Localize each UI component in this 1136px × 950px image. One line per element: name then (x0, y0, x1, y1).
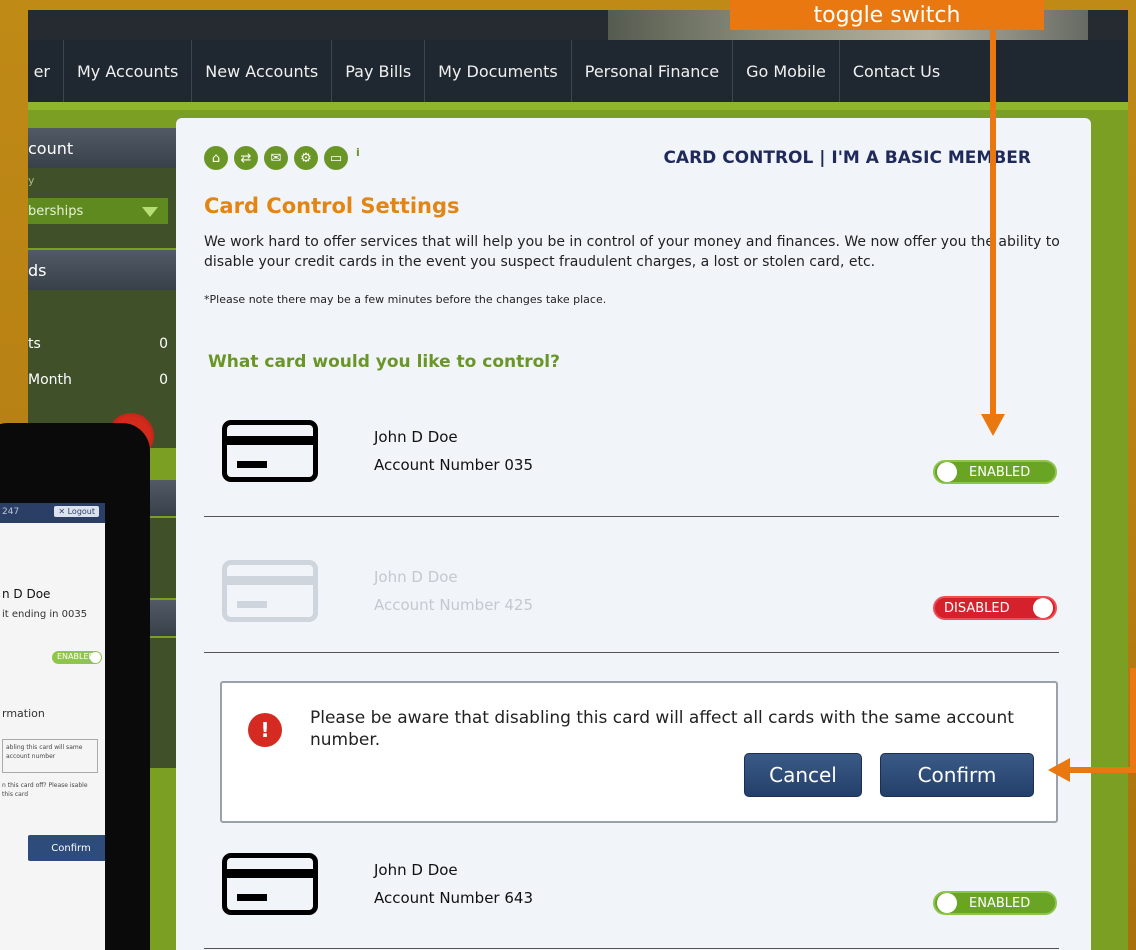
stat-value: 0 (159, 372, 168, 388)
caret-down-icon (142, 207, 158, 217)
phone-mockup: 247 ✕ Logout n D Doe it ending in 0035 E… (0, 423, 150, 950)
credit-card-icon (222, 420, 318, 482)
phone-logout-button[interactable]: ✕ Logout (54, 506, 99, 517)
card-row: John D Doe Account Number 425 DISABLED (204, 558, 1059, 648)
info-icon[interactable]: i (356, 146, 360, 170)
mail-icon[interactable]: ✉ (264, 146, 288, 170)
sidebar-head-cards: ds (28, 250, 178, 290)
phone-screen: 247 ✕ Logout n D Doe it ending in 0035 E… (0, 503, 105, 950)
card-question: What card would you like to control? (208, 352, 560, 372)
card-toggle-switch[interactable]: ENABLED (933, 460, 1057, 484)
nav-item-partial[interactable]: er (28, 40, 64, 102)
arrow-down-icon (981, 414, 1005, 436)
toggle-knob (937, 893, 957, 913)
stat-value: 0 (159, 336, 168, 352)
toggle-knob (90, 652, 101, 663)
card-toggle-switch[interactable]: DISABLED (933, 596, 1057, 620)
page-title: Card Control Settings (204, 194, 460, 218)
phone-card-name: n D Doe (2, 587, 51, 601)
nav-item-personal-finance[interactable]: Personal Finance (572, 40, 734, 102)
phone-toggle-switch[interactable]: ENABLED (52, 651, 102, 664)
card-holder-name: John D Doe (374, 861, 458, 879)
card-account-number: Account Number 643 (374, 889, 533, 907)
sidebar-panel-membership: y berships (28, 168, 178, 248)
nav-item-new-accounts[interactable]: New Accounts (192, 40, 333, 102)
nav-item-pay-bills[interactable]: Pay Bills (332, 40, 426, 102)
quick-icons: ⌂ ⇄ ✉ ⚙ ▭ i (204, 146, 360, 170)
membership-select-value: berships (28, 203, 84, 219)
membership-select[interactable]: berships (28, 198, 168, 224)
annotation-label: toggle switch (730, 0, 1044, 30)
phone-card-ending: it ending in 0035 (2, 609, 88, 620)
main-nav: er My Accounts New Accounts Pay Bills My… (28, 40, 1128, 102)
toggle-knob (937, 462, 957, 482)
note-text: *Please note there may be a few minutes … (204, 293, 607, 306)
card-toggle-switch[interactable]: ENABLED (933, 891, 1057, 915)
home-icon[interactable]: ⌂ (204, 146, 228, 170)
toggle-status: DISABLED (944, 601, 1010, 616)
toggle-knob (1033, 598, 1053, 618)
card-row: John D Doe Account Number 643 ENABLED (204, 851, 1059, 941)
sidebar-stat-row: Month 0 (28, 372, 168, 388)
card-account-number: Account Number 035 (374, 456, 533, 474)
nav-stripe (28, 102, 1128, 110)
row-divider (204, 948, 1059, 949)
credit-card-icon (222, 560, 318, 622)
disable-warning-dialog: ! Please be aware that disabling this ca… (220, 681, 1058, 823)
transfer-icon[interactable]: ⇄ (234, 146, 258, 170)
sidebar-head-account: count (28, 128, 178, 168)
annotation-arrow (990, 28, 996, 418)
settings-icon[interactable]: ⚙ (294, 146, 318, 170)
banking-site: er My Accounts New Accounts Pay Bills My… (28, 10, 1128, 950)
alert-icon: ! (248, 713, 282, 747)
card-icon[interactable]: ▭ (324, 146, 348, 170)
nav-item-go-mobile[interactable]: Go Mobile (733, 40, 840, 102)
screenshot-frame: er My Accounts New Accounts Pay Bills My… (0, 0, 1136, 950)
phone-info-heading: rmation (2, 707, 45, 720)
nav-item-my-accounts[interactable]: My Accounts (64, 40, 193, 102)
nav-item-contact-us[interactable]: Contact Us (840, 40, 953, 102)
main-panel: ⌂ ⇄ ✉ ⚙ ▭ i CARD CONTROL | I'M A BASIC M… (176, 118, 1091, 950)
row-divider (204, 652, 1059, 653)
card-holder-name: John D Doe (374, 428, 458, 446)
intro-text: We work hard to offer services that will… (204, 234, 1060, 270)
arrow-left-icon (1048, 758, 1070, 782)
phone-confirm-button[interactable]: Confirm (28, 835, 105, 861)
card-holder-name: John D Doe (374, 568, 458, 586)
cancel-button[interactable]: Cancel (744, 753, 862, 797)
annotation-arrow (1130, 668, 1136, 773)
stat-label: Month (28, 372, 72, 388)
card-account-number: Account Number 425 (374, 596, 533, 614)
sidebar-stat-row: ts 0 (28, 336, 168, 352)
credit-card-icon (222, 853, 318, 915)
annotation-arrow (1070, 767, 1136, 773)
row-divider (204, 516, 1059, 517)
phone-header-text: 247 (2, 507, 20, 517)
page-header: CARD CONTROL | I'M A BASIC MEMBER (663, 148, 1031, 168)
stat-label: ts (28, 336, 41, 352)
toggle-status: ENABLED (969, 896, 1031, 911)
nav-item-my-documents[interactable]: My Documents (425, 40, 572, 102)
confirm-button[interactable]: Confirm (880, 753, 1034, 797)
phone-question: n this card off? Please isable this card (2, 782, 88, 798)
warning-text: Please be aware that disabling this card… (310, 708, 1014, 750)
phone-warning-box: abling this card will same account numbe… (2, 739, 98, 773)
toggle-status: ENABLED (969, 465, 1031, 480)
phone-header-bar: 247 ✕ Logout (0, 503, 105, 523)
sidebar-small-label: y (28, 174, 35, 187)
card-row: John D Doe Account Number 035 ENABLED (204, 418, 1059, 508)
